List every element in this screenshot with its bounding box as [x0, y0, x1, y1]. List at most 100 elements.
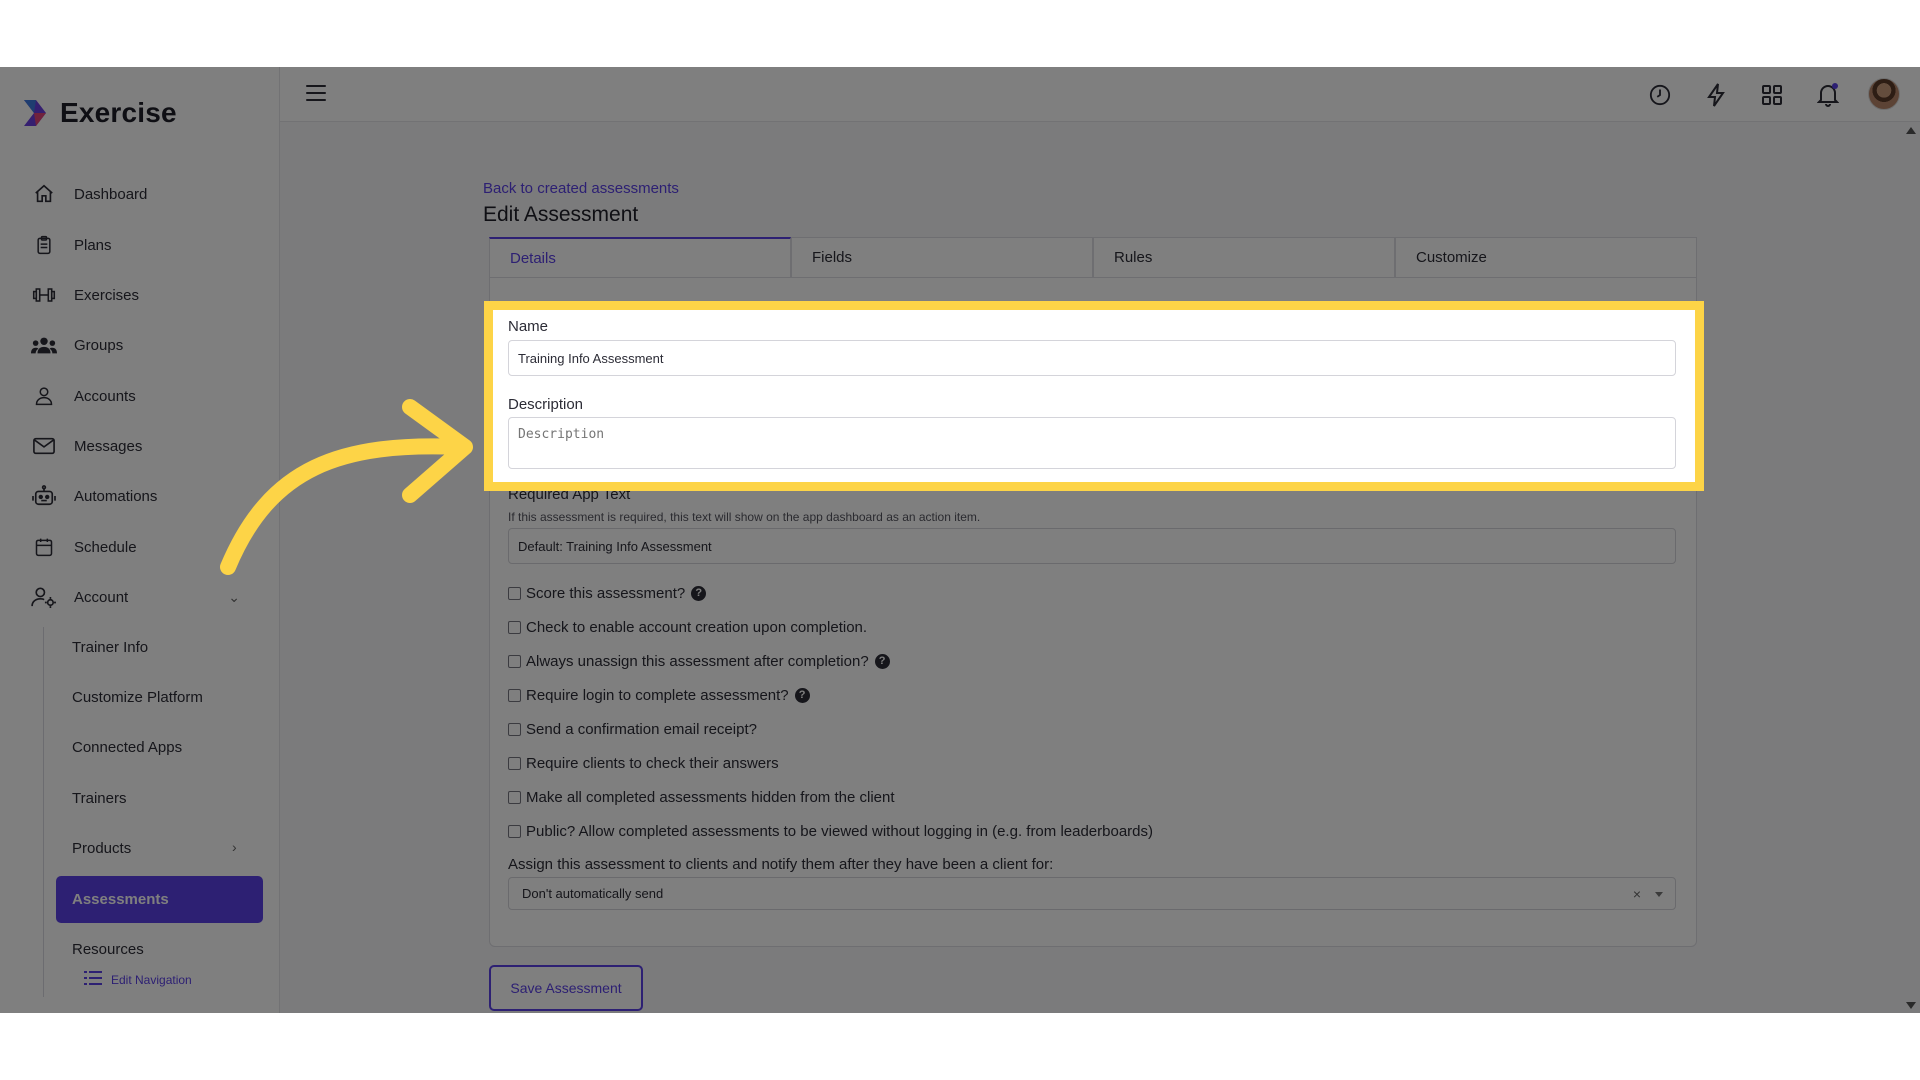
name-label: Name — [508, 318, 549, 335]
clock-icon[interactable] — [1646, 81, 1674, 109]
lightning-icon[interactable] — [1702, 81, 1730, 109]
back-to-assessments-link[interactable]: Back to created assessments — [483, 180, 679, 197]
sidebar-item-label: Dashboard — [74, 185, 148, 203]
tab-details[interactable]: Details — [489, 237, 791, 277]
sidebar-item-label: Exercises — [74, 286, 140, 304]
sidebar-subitem-resources[interactable]: Resources — [72, 932, 144, 966]
user-icon — [30, 384, 58, 408]
checkbox[interactable] — [508, 824, 521, 838]
sidebar-item-label: Groups — [74, 336, 124, 354]
brand[interactable]: Exercise — [20, 97, 177, 129]
help-icon[interactable]: ? — [794, 687, 810, 703]
check-answers-checkbox[interactable]: Require clients to check their answers — [508, 752, 779, 774]
checkbox[interactable] — [508, 790, 521, 804]
sidebar-item-groups[interactable]: Groups — [30, 325, 250, 365]
tab-rules[interactable]: Rules — [1093, 237, 1395, 277]
sidebar-item-label: Plans — [74, 236, 112, 254]
sidebar: Exercise Dashboard Plans Exercises Group… — [0, 67, 280, 1013]
sidebar-item-label: Messages — [74, 437, 143, 455]
brand-logo-icon — [20, 98, 50, 128]
save-assessment-button[interactable]: Save Assessment — [489, 965, 643, 1011]
sidebar-item-account[interactable]: Account ⌄ — [30, 577, 250, 617]
user-gear-icon — [30, 585, 58, 609]
required-app-text-help: If this assessment is required, this tex… — [508, 510, 981, 524]
tab-fields[interactable]: Fields — [791, 237, 1093, 277]
score-assessment-checkbox[interactable]: Score this assessment? ? — [508, 582, 707, 604]
page-title: Edit Assessment — [483, 203, 639, 226]
require-login-checkbox[interactable]: Require login to complete assessment? ? — [508, 684, 810, 706]
checkbox[interactable] — [508, 586, 521, 600]
sidebar-subitem-trainers[interactable]: Trainers — [72, 781, 126, 815]
bell-icon[interactable] — [1814, 81, 1842, 109]
apps-grid-icon[interactable] — [1758, 81, 1786, 109]
tab-customize[interactable]: Customize — [1395, 237, 1697, 277]
chevron-down-icon: ⌄ — [228, 589, 240, 605]
users-icon — [30, 333, 58, 357]
sidebar-subitem-assessments[interactable]: Assessments — [56, 876, 263, 923]
edit-navigation-label: Edit Navigation — [111, 972, 192, 987]
hide-completed-checkbox[interactable]: Make all completed assessments hidden fr… — [508, 786, 895, 808]
sidebar-item-accounts[interactable]: Accounts — [30, 376, 250, 416]
top-bar — [280, 67, 1920, 122]
help-icon[interactable]: ? — [691, 585, 707, 601]
description-label: Description — [508, 396, 584, 413]
edit-navigation-link[interactable]: Edit Navigation — [84, 971, 192, 988]
brand-name: Exercise — [60, 97, 177, 128]
scroll-up-icon[interactable] — [1906, 127, 1916, 134]
always-unassign-checkbox[interactable]: Always unassign this assessment after co… — [508, 650, 890, 672]
checkbox[interactable] — [508, 620, 521, 634]
chevron-right-icon: › — [232, 839, 237, 855]
checkbox-label: Make all completed assessments hidden fr… — [526, 788, 895, 806]
sidebar-item-schedule[interactable]: Schedule › — [30, 527, 250, 567]
checkbox[interactable] — [508, 756, 521, 770]
sidebar-subitem-label: Products — [72, 839, 132, 857]
menu-toggle-icon[interactable] — [306, 85, 326, 101]
dumbbell-icon — [30, 283, 58, 307]
checkbox[interactable] — [508, 688, 521, 702]
checkbox-label: Score this assessment? — [526, 584, 686, 602]
sidebar-item-exercises[interactable]: Exercises — [30, 275, 250, 315]
required-app-text-input[interactable]: Default: Training Info Assessment — [508, 528, 1676, 564]
sidebar-item-plans[interactable]: Plans — [30, 225, 250, 265]
confirmation-email-checkbox[interactable]: Send a confirmation email receipt? — [508, 718, 757, 740]
public-checkbox[interactable]: Public? Allow completed assessments to b… — [508, 820, 1153, 842]
description-textarea[interactable] — [508, 417, 1676, 469]
avatar[interactable] — [1868, 78, 1900, 110]
calendar-icon — [30, 535, 58, 559]
checkbox-label: Always unassign this assessment after co… — [526, 652, 869, 670]
checkbox[interactable] — [508, 722, 521, 736]
sidebar-item-dashboard[interactable]: Dashboard — [30, 174, 250, 214]
checkbox-label: Require login to complete assessment? — [526, 686, 789, 704]
assign-select[interactable]: Don't automatically send × — [508, 877, 1676, 910]
name-input[interactable] — [508, 340, 1676, 376]
sidebar-item-label: Account — [74, 588, 129, 606]
clear-icon[interactable]: × — [1633, 886, 1641, 902]
sidebar-item-label: Accounts — [74, 387, 136, 405]
envelope-icon — [30, 434, 58, 458]
sidebar-subitem-trainer-info[interactable]: Trainer Info — [72, 630, 148, 664]
sidebar-item-label: Automations — [74, 487, 158, 505]
sidebar-item-messages[interactable]: Messages — [30, 426, 250, 466]
app-frame: Exercise Dashboard Plans Exercises Group… — [0, 67, 1920, 1013]
assign-select-value: Don't automatically send — [522, 886, 664, 901]
caret-down-icon[interactable] — [1655, 892, 1663, 897]
highlight-box: Name Description — [484, 301, 1704, 491]
clipboard-icon — [30, 233, 58, 257]
help-icon[interactable]: ? — [874, 653, 890, 669]
checkbox-label: Require clients to check their answers — [526, 754, 779, 772]
list-icon — [84, 971, 102, 988]
submenu-divider — [43, 627, 44, 997]
sidebar-item-label: Schedule — [74, 538, 137, 556]
sidebar-subitem-customize-platform[interactable]: Customize Platform — [72, 680, 203, 714]
tab-bar: Details Fields Rules Customize — [489, 237, 1697, 277]
checkbox-label: Public? Allow completed assessments to b… — [526, 822, 1153, 840]
sidebar-subitem-products[interactable]: Products › — [72, 831, 252, 865]
enable-account-creation-checkbox[interactable]: Check to enable account creation upon co… — [508, 616, 867, 638]
sidebar-subitem-connected-apps[interactable]: Connected Apps — [72, 730, 182, 764]
scroll-down-icon[interactable] — [1906, 1002, 1916, 1009]
assign-label: Assign this assessment to clients and no… — [508, 856, 1054, 873]
robot-icon — [30, 484, 58, 508]
checkbox[interactable] — [508, 654, 521, 668]
checkbox-label: Send a confirmation email receipt? — [526, 720, 757, 738]
sidebar-item-automations[interactable]: Automations — [30, 476, 250, 516]
